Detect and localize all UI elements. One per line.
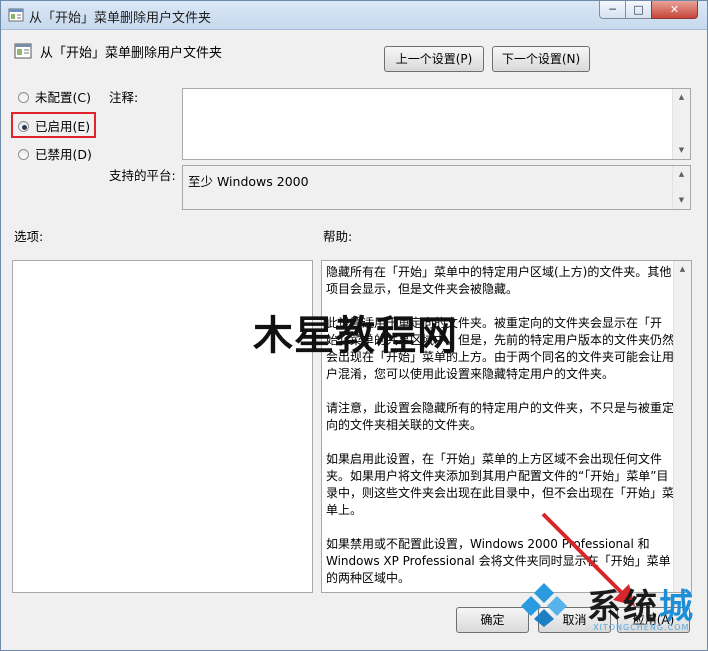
xitongcheng-logo-icon: [521, 583, 567, 627]
maximize-icon: □: [633, 3, 644, 16]
platform-field: 至少 Windows 2000 ▲ ▼: [182, 165, 691, 210]
scroll-up-icon[interactable]: ▲: [673, 89, 690, 106]
scroll-up-icon[interactable]: ▲: [673, 166, 690, 183]
platform-label: 支持的平台:: [109, 168, 176, 183]
scroll-up-icon[interactable]: ▲: [674, 261, 691, 278]
help-label: 帮助:: [323, 229, 353, 244]
comment-scrollbar[interactable]: ▲ ▼: [672, 89, 690, 159]
minimize-icon: ─: [609, 3, 616, 16]
window-title: 从「开始」菜单删除用户文件夹: [29, 11, 212, 26]
policy-dialog-window: 从「开始」菜单删除用户文件夹 ─ □ ✕ 从「开始」菜单删除用户文件夹 上一个设…: [0, 0, 708, 651]
logo-text-part1: 系统: [587, 587, 659, 627]
policy-name: 从「开始」菜单删除用户文件夹: [40, 46, 223, 61]
logo-subtext: XITONGCHENG.COM: [593, 623, 690, 632]
radio-circle[interactable]: [18, 149, 29, 160]
close-icon: ✕: [669, 3, 680, 16]
scroll-down-icon[interactable]: ▼: [673, 192, 690, 209]
platform-value: 至少 Windows 2000: [188, 174, 309, 189]
enabled-highlight-box: [11, 112, 96, 138]
minimize-button[interactable]: ─: [599, 1, 626, 19]
logo-text-part2: 城: [659, 587, 695, 627]
logo-text: 系统城: [587, 579, 695, 628]
site-watermark: 木星教程网: [253, 313, 458, 359]
close-button[interactable]: ✕: [651, 1, 698, 19]
policy-icon: [8, 8, 24, 22]
radio-label: 已禁用(D): [35, 147, 92, 162]
setting-icon: [14, 43, 32, 59]
comment-label: 注释:: [109, 90, 139, 105]
radio-circle[interactable]: [18, 92, 29, 103]
help-paragraph: 请注意，此设置会隐藏所有的特定用户的文件夹，不只是与被重定向的文件夹相关联的文件…: [326, 401, 675, 432]
help-scrollbar[interactable]: ▲: [673, 261, 691, 592]
title-bar[interactable]: 从「开始」菜单删除用户文件夹 ─ □ ✕: [1, 1, 707, 30]
comment-textarea[interactable]: ▲ ▼: [182, 88, 691, 160]
help-paragraph: 隐藏所有在「开始」菜单中的特定用户区域(上方)的文件夹。其他项目会显示，但是文件…: [326, 265, 672, 296]
radio-label: 未配置(C): [35, 90, 91, 105]
previous-setting-button[interactable]: 上一个设置(P): [384, 46, 484, 72]
scroll-down-icon[interactable]: ▼: [673, 142, 690, 159]
options-label: 选项:: [14, 229, 44, 244]
platform-scrollbar[interactable]: ▲ ▼: [672, 166, 690, 209]
maximize-button[interactable]: □: [625, 1, 652, 19]
next-setting-button[interactable]: 下一个设置(N): [492, 46, 590, 72]
